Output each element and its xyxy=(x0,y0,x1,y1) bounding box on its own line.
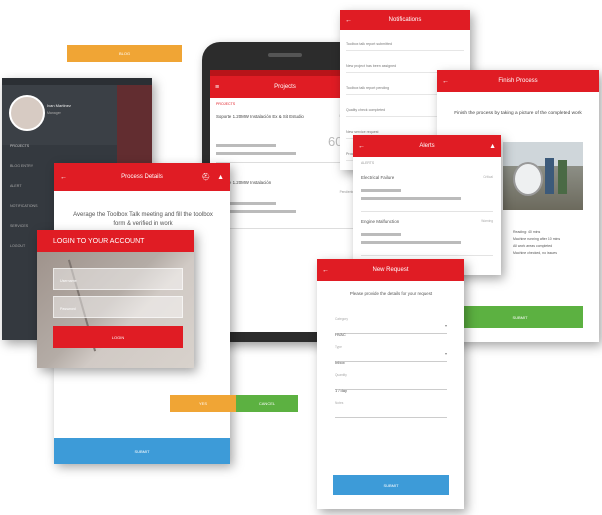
drawer-status-bar xyxy=(2,78,152,85)
phone-speaker xyxy=(268,53,302,57)
new-request-prompt: Please provide the details for your requ… xyxy=(349,291,433,296)
alerts-section-label: ALERTS xyxy=(361,161,375,165)
alert-item-1-title: Electrical Failure xyxy=(361,175,395,180)
notification-text-1: Toolbox talk report submitted xyxy=(346,42,392,46)
login-screen: LOGIN TO YOUR ACCOUNT Username Password … xyxy=(37,230,194,368)
back-arrow-icon[interactable]: ← xyxy=(322,267,329,274)
new-request-screen: ← New Request Please provide the details… xyxy=(317,259,464,509)
helmet-icon[interactable]: ⛑ xyxy=(201,173,210,181)
process-details-app-bar: ← Process Details ⛑ ▲ xyxy=(54,163,230,191)
field-1-select[interactable]: HVAC ▾ xyxy=(335,323,447,337)
field-3-label: Quantity xyxy=(335,373,347,377)
drawer-item-logout[interactable]: LOGOUT xyxy=(10,244,25,248)
drawer-item-notifications[interactable]: NOTIFICATIONS xyxy=(10,204,37,208)
field-2-value: Inbox xyxy=(335,360,345,365)
drawer-section-label[interactable]: PROJECTS xyxy=(10,144,29,148)
username-field[interactable]: Username xyxy=(53,268,183,290)
finish-process-instructions: Finish the process by taking a picture o… xyxy=(454,111,582,116)
notification-text-4: Quality check completed xyxy=(346,108,386,112)
photo-worker-2 xyxy=(558,160,567,194)
alert-item-2-meta xyxy=(361,233,401,236)
drawer-item-services[interactable]: SERVICES xyxy=(10,224,28,228)
project-card-1-meta2 xyxy=(216,152,296,155)
field-3-value: 1 / day xyxy=(335,388,348,393)
new-request-submit-button[interactable]: SUBMIT xyxy=(333,475,449,495)
alerts-title: Alerts xyxy=(419,143,435,149)
user-role: Manager xyxy=(47,111,61,115)
alerts-app-bar: ← Alerts ▲ xyxy=(353,135,501,157)
password-field[interactable]: Password xyxy=(53,296,183,318)
field-3-input[interactable]: 1 / day xyxy=(335,379,447,393)
alert-item-2-title: Engine Malfunction xyxy=(361,219,400,224)
avatar[interactable] xyxy=(9,95,45,131)
back-arrow-icon[interactable]: ← xyxy=(442,78,449,85)
finish-process-title: Finish Process xyxy=(498,78,538,84)
alert-item-1-meta2 xyxy=(361,197,461,200)
field-2-select[interactable]: Inbox ▾ xyxy=(335,351,447,365)
notification-text-3: Toolbox talk report pending xyxy=(346,86,390,90)
projects-app-bar: ≡ Projects ✎ xyxy=(210,76,360,98)
chevron-down-icon: ▾ xyxy=(444,351,447,356)
alert-item-1-status: Critical xyxy=(483,175,493,179)
login-button[interactable]: LOGIN xyxy=(53,326,183,348)
back-arrow-icon[interactable]: ← xyxy=(60,174,67,181)
cancel-button[interactable]: CANCEL xyxy=(236,395,298,412)
chevron-down-icon: ▾ xyxy=(444,323,447,328)
photo-worker xyxy=(545,158,554,194)
process-details-body: Average the Toolbox Talk meeting and fil… xyxy=(73,212,213,227)
finish-note-4: Machine checked, no issues xyxy=(513,251,557,255)
finish-note-3: All work areas completed xyxy=(513,244,553,248)
alerts-screen: ← Alerts ▲ ALERTS Electrical Failure Cri… xyxy=(353,135,501,275)
project-card-1-title: Soporte 1.20MW Instalación Ex & Sit Estu… xyxy=(216,114,304,119)
project-card-1[interactable]: Soporte 1.20MW Instalación Ex & Sit Estu… xyxy=(216,114,354,163)
field-1-label: Category xyxy=(335,317,348,321)
finish-submit-button[interactable]: SUBMIT xyxy=(457,306,583,328)
projects-title: Projects xyxy=(274,84,296,90)
menu-icon[interactable]: ≡ xyxy=(215,84,219,91)
project-card-1-meta xyxy=(216,144,276,147)
alert-item-1-meta xyxy=(361,189,401,192)
completed-work-photo[interactable] xyxy=(503,142,583,210)
warning-icon[interactable]: ▲ xyxy=(217,174,224,181)
process-details-title: Process Details xyxy=(121,174,163,180)
drawer-item-blog[interactable]: BLOG ENTRY xyxy=(10,164,33,168)
notification-text-2: New project has been assigned xyxy=(346,64,397,68)
user-name: Ivan Martinez xyxy=(47,103,72,108)
alert-item-1[interactable]: Electrical Failure Critical xyxy=(361,175,493,212)
password-placeholder: Password xyxy=(60,307,76,311)
finish-note-2: Machine running after 10 mins xyxy=(513,237,561,241)
field-2-label: Type xyxy=(335,345,342,349)
orange-blog-button[interactable]: BLOG xyxy=(67,45,182,62)
notifications-title: Notifications xyxy=(388,17,422,23)
finish-process-app-bar: ← Finish Process xyxy=(437,70,599,92)
project-card-2[interactable]: Soporte 1.20MW Instalación Pendiente xyxy=(216,180,354,229)
project-card-2-status: Pendiente xyxy=(339,190,354,194)
projects-tab[interactable]: PROJECTS xyxy=(210,98,360,110)
field-1-value: HVAC xyxy=(335,332,346,337)
login-header: LOGIN TO YOUR ACCOUNT xyxy=(37,230,194,252)
notifications-app-bar: ← Notifications xyxy=(340,10,470,30)
drawer-user-header: Ivan Martinez Manager xyxy=(2,85,117,145)
username-placeholder: Username xyxy=(60,279,77,283)
drawer-item-alert[interactable]: ALERT xyxy=(10,184,22,188)
photo-cable-drum xyxy=(513,162,543,196)
back-arrow-icon[interactable]: ← xyxy=(358,143,365,150)
field-4-input[interactable] xyxy=(335,407,447,418)
new-request-title: New Request xyxy=(372,267,409,273)
notification-row-1[interactable]: Toolbox talk report submitted xyxy=(346,32,464,51)
new-request-app-bar: ← New Request xyxy=(317,259,464,281)
yes-button[interactable]: YES xyxy=(170,395,236,412)
alert-item-2-meta2 xyxy=(361,241,461,244)
login-title: LOGIN TO YOUR ACCOUNT xyxy=(53,237,145,245)
finish-note-1: Reading: 40 mins xyxy=(513,230,541,234)
alert-item-2-status: Warning xyxy=(481,219,493,223)
field-4-label: Notes xyxy=(335,401,344,405)
notification-text-5: New service request xyxy=(346,130,379,134)
warning-icon[interactable]: ▲ xyxy=(489,143,496,150)
submit-button[interactable]: SUBMIT xyxy=(54,438,230,464)
alert-item-2[interactable]: Engine Malfunction Warning xyxy=(361,219,493,256)
back-arrow-icon[interactable]: ← xyxy=(345,17,352,24)
